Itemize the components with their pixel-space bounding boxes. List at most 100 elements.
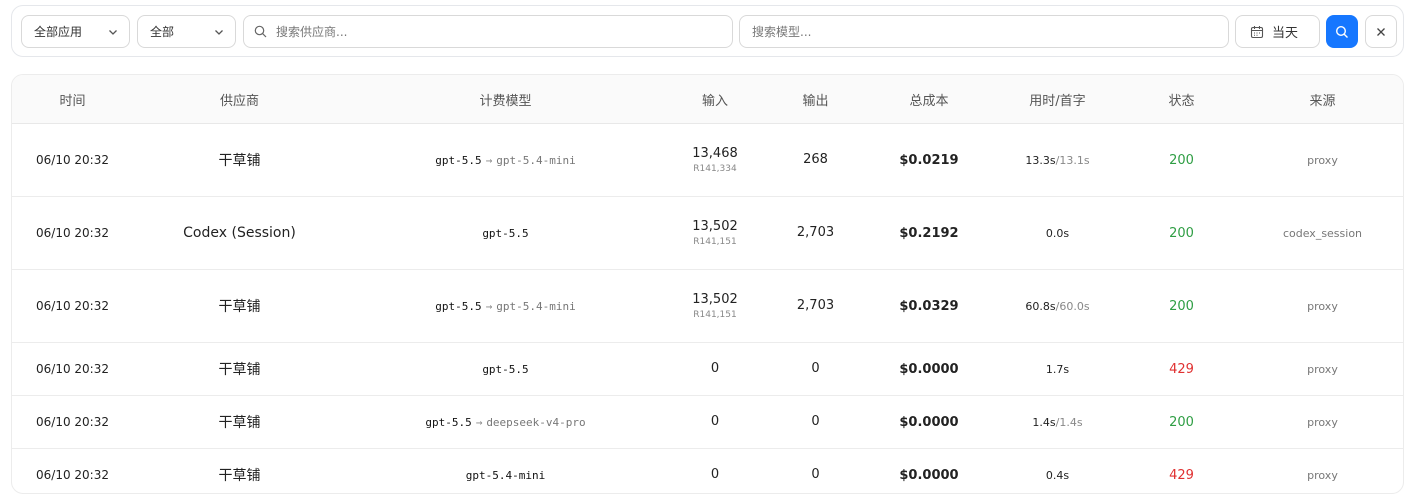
cell-time: 06/10 20:32 <box>12 270 133 343</box>
cell-provider: Codex (Session) <box>133 197 346 270</box>
duration-total: 1.4s <box>1032 416 1055 429</box>
cell-output: 2,703 <box>765 197 866 270</box>
cell-output: 0 <box>765 396 866 449</box>
cell-cost: $0.0329 <box>866 270 992 343</box>
input-tokens: 13,502 <box>665 291 765 309</box>
filter-bar: 全部应用 全部 当天 <box>11 5 1404 57</box>
cell-model: gpt-5.5 <box>346 343 665 396</box>
cell-provider: 干草铺 <box>133 343 346 396</box>
calendar-icon <box>1250 25 1264 39</box>
cell-provider: 干草铺 <box>133 270 346 343</box>
cell-cost: $0.0000 <box>866 396 992 449</box>
cell-output: 2,703 <box>765 270 866 343</box>
table-header-row: 时间 供应商 计费模型 输入 输出 总成本 用时/首字 状态 来源 <box>12 75 1404 124</box>
status-select[interactable]: 全部 <box>137 15 236 48</box>
header-duration[interactable]: 用时/首字 <box>992 75 1123 124</box>
model-name: gpt-5.4-mini <box>466 469 545 482</box>
table-row[interactable]: 06/10 20:32 Codex (Session) gpt-5.5 13,5… <box>12 197 1404 270</box>
model-routed-name: gpt-5.4-mini <box>496 300 575 313</box>
cell-source: codex_session <box>1240 197 1404 270</box>
cell-status: 200 <box>1123 270 1240 343</box>
cell-output: 268 <box>765 124 866 197</box>
cell-input: 13,502R141,151 <box>665 197 765 270</box>
header-status[interactable]: 状态 <box>1123 75 1240 124</box>
cell-cost: $0.0219 <box>866 124 992 197</box>
table-row[interactable]: 06/10 20:32 干草铺 gpt-5.5→deepseek-v4-pro … <box>12 396 1404 449</box>
cell-status: 200 <box>1123 197 1240 270</box>
model-search-input[interactable] <box>750 24 1218 40</box>
cell-time: 06/10 20:32 <box>12 396 133 449</box>
header-time[interactable]: 时间 <box>12 75 133 124</box>
cell-output: 0 <box>765 343 866 396</box>
cell-model: gpt-5.5→gpt-5.4-mini <box>346 270 665 343</box>
model-routed-name: deepseek-v4-pro <box>486 416 585 429</box>
app-select[interactable]: 全部应用 <box>21 15 130 48</box>
cell-time: 06/10 20:32 <box>12 197 133 270</box>
duration-first-token: /1.4s <box>1056 416 1083 429</box>
cell-input: 0 <box>665 343 765 396</box>
cell-source: proxy <box>1240 124 1404 197</box>
cell-duration: 1.4s/1.4s <box>992 396 1123 449</box>
close-icon <box>1375 26 1387 38</box>
header-output[interactable]: 输出 <box>765 75 866 124</box>
search-button[interactable] <box>1326 15 1358 48</box>
duration-total: 60.8s <box>1025 300 1055 313</box>
app-select-value: 全部应用 <box>34 23 82 40</box>
input-cache-tokens: R141,334 <box>665 163 765 175</box>
cell-input: 13,468R141,334 <box>665 124 765 197</box>
cell-time: 06/10 20:32 <box>12 343 133 396</box>
cell-duration: 0.4s <box>992 449 1123 494</box>
cell-provider: 干草铺 <box>133 124 346 197</box>
table-row[interactable]: 06/10 20:32 干草铺 gpt-5.4-mini 0 0 $0.0000… <box>12 449 1404 494</box>
cell-cost: $0.0000 <box>866 449 992 494</box>
model-arrow: → <box>476 416 483 429</box>
header-provider[interactable]: 供应商 <box>133 75 346 124</box>
request-log-table: 时间 供应商 计费模型 输入 输出 总成本 用时/首字 状态 来源 06/10 … <box>11 74 1404 494</box>
model-arrow: → <box>486 154 493 167</box>
input-tokens: 13,502 <box>665 218 765 236</box>
cell-duration: 1.7s <box>992 343 1123 396</box>
provider-search-field[interactable] <box>243 15 733 48</box>
model-routed-name: gpt-5.4-mini <box>496 154 575 167</box>
duration-first-token: /13.1s <box>1056 154 1090 167</box>
cell-source: proxy <box>1240 449 1404 494</box>
cell-time: 06/10 20:32 <box>12 124 133 197</box>
date-range-label: 当天 <box>1272 22 1298 41</box>
cell-model: gpt-5.5→deepseek-v4-pro <box>346 396 665 449</box>
cell-status: 429 <box>1123 343 1240 396</box>
chevron-down-icon <box>213 26 225 38</box>
cell-duration: 13.3s/13.1s <box>992 124 1123 197</box>
cell-model: gpt-5.4-mini <box>346 449 665 494</box>
search-icon <box>1335 25 1349 39</box>
duration-total: 0.0s <box>1046 227 1069 240</box>
cell-source: proxy <box>1240 343 1404 396</box>
header-input[interactable]: 输入 <box>665 75 765 124</box>
status-select-value: 全部 <box>150 23 174 40</box>
cell-provider: 干草铺 <box>133 449 346 494</box>
input-cache-tokens: R141,151 <box>665 236 765 248</box>
table-row[interactable]: 06/10 20:32 干草铺 gpt-5.5→gpt-5.4-mini 13,… <box>12 270 1404 343</box>
provider-search-input[interactable] <box>274 24 722 40</box>
input-tokens: 13,468 <box>665 145 765 163</box>
cell-input: 13,502R141,151 <box>665 270 765 343</box>
cell-duration: 0.0s <box>992 197 1123 270</box>
table-row[interactable]: 06/10 20:32 干草铺 gpt-5.5 0 0 $0.0000 1.7s… <box>12 343 1404 396</box>
header-source[interactable]: 来源 <box>1240 75 1404 124</box>
duration-total: 13.3s <box>1025 154 1055 167</box>
header-model[interactable]: 计费模型 <box>346 75 665 124</box>
date-range-button[interactable]: 当天 <box>1235 15 1320 48</box>
duration-first-token: /60.0s <box>1056 300 1090 313</box>
duration-total: 1.7s <box>1046 363 1069 376</box>
table-row[interactable]: 06/10 20:32 干草铺 gpt-5.5→gpt-5.4-mini 13,… <box>12 124 1404 197</box>
clear-filters-button[interactable] <box>1365 15 1397 48</box>
cell-input: 0 <box>665 396 765 449</box>
model-search-field[interactable] <box>739 15 1229 48</box>
cell-source: proxy <box>1240 396 1404 449</box>
header-cost[interactable]: 总成本 <box>866 75 992 124</box>
cell-duration: 60.8s/60.0s <box>992 270 1123 343</box>
cell-model: gpt-5.5 <box>346 197 665 270</box>
cell-status: 200 <box>1123 396 1240 449</box>
input-cache-tokens: R141,151 <box>665 309 765 321</box>
duration-total: 0.4s <box>1046 469 1069 482</box>
model-arrow: → <box>486 300 493 313</box>
